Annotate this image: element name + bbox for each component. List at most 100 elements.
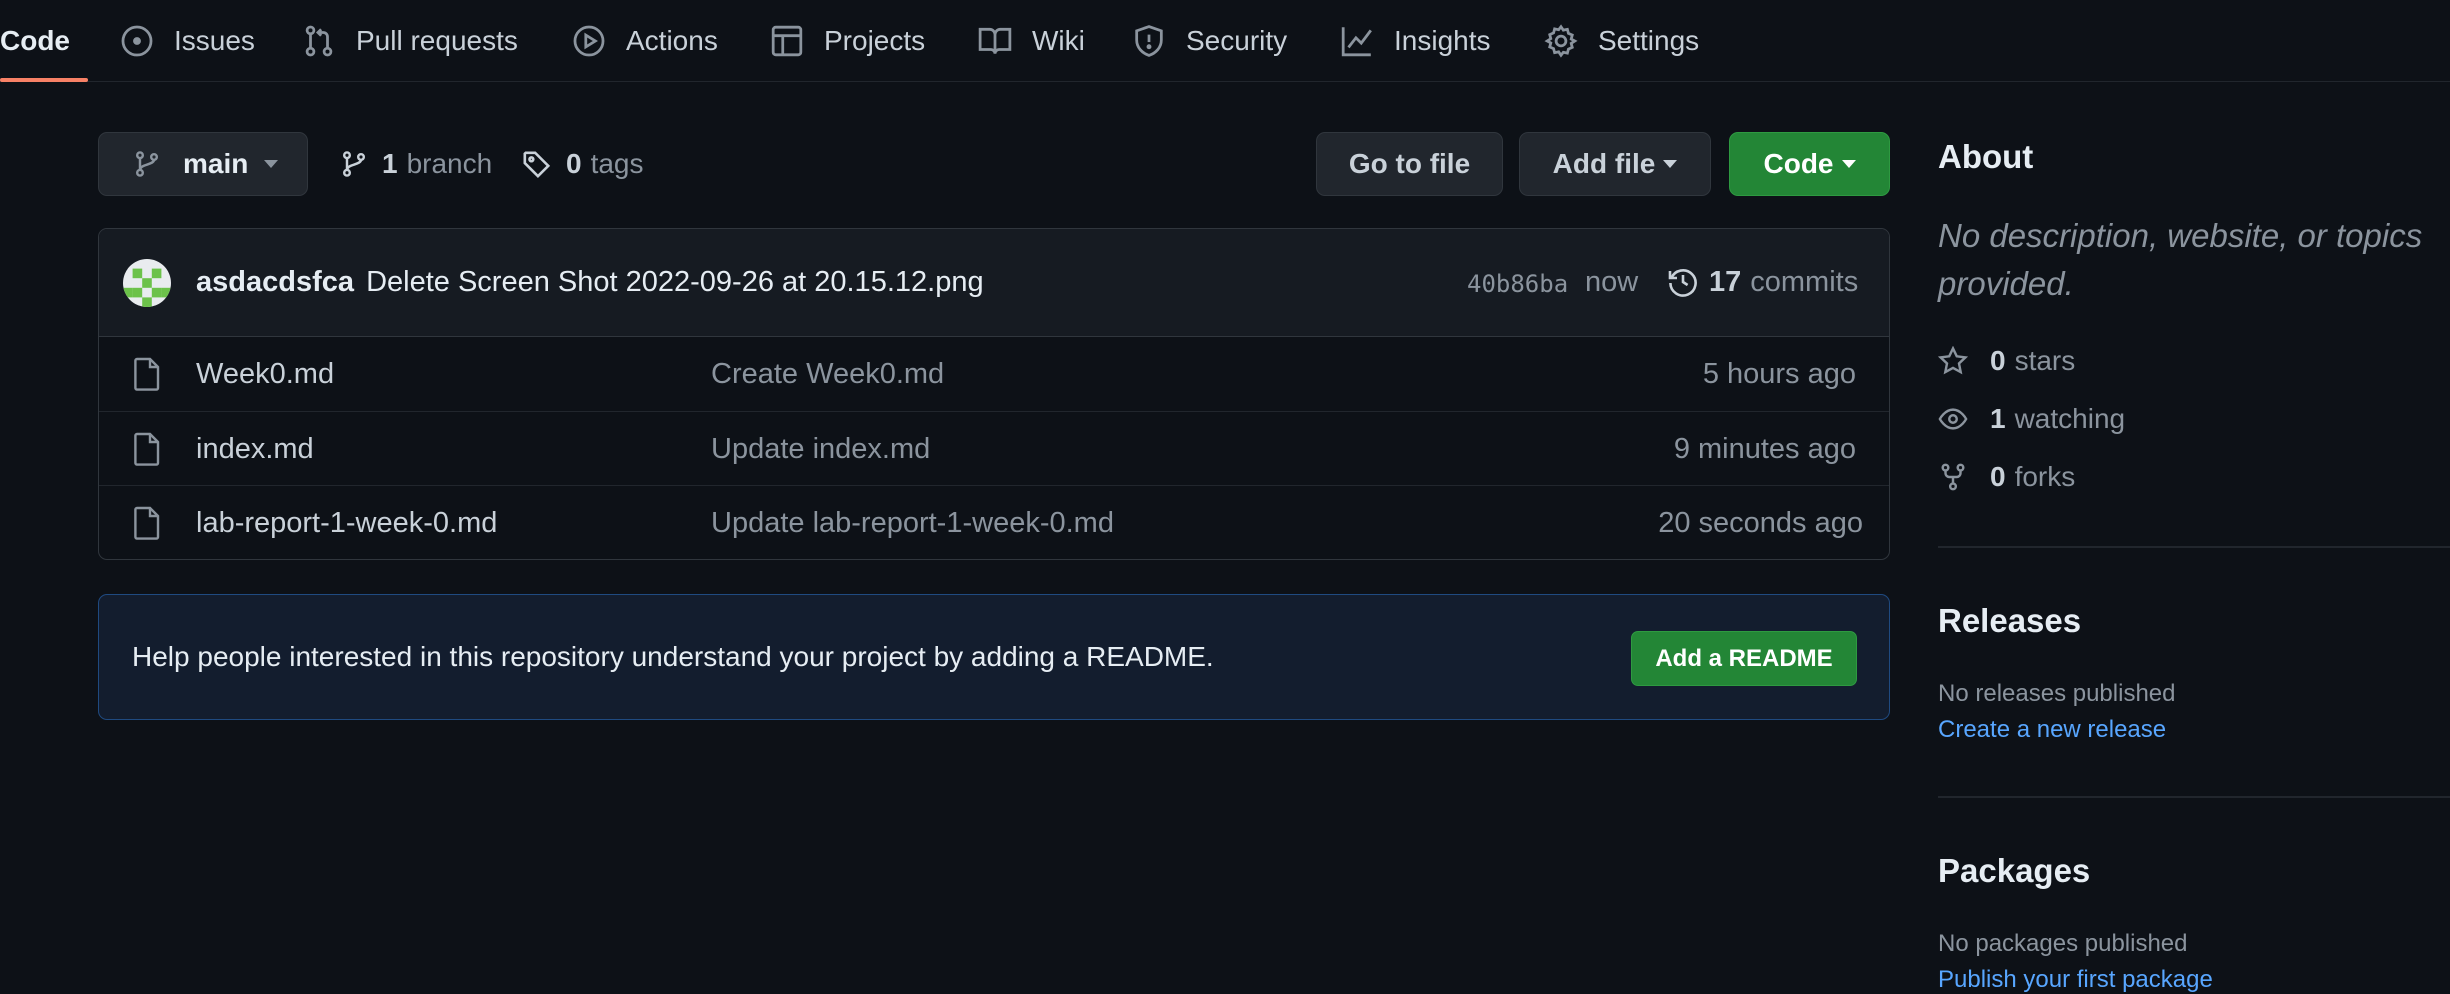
packages-heading[interactable]: Packages	[1938, 852, 2090, 890]
sidebar-divider	[1938, 546, 2450, 548]
add-file-label: Add file	[1552, 148, 1656, 179]
tab-label: Insights	[1394, 25, 1491, 56]
issue-opened-icon	[120, 24, 154, 58]
tab-wiki[interactable]: Wiki	[978, 0, 1085, 82]
tab-security[interactable]: Security	[1132, 0, 1287, 82]
branches-label: branch	[406, 148, 493, 179]
readme-banner-text: Help people interested in this repositor…	[132, 641, 1214, 672]
play-icon	[572, 24, 606, 58]
commit-sha[interactable]: 40b86ba	[1467, 229, 1568, 339]
tag-icon	[522, 149, 552, 179]
shield-icon	[1132, 24, 1166, 58]
stars-label: stars	[2014, 345, 2076, 376]
file-row[interactable]: lab-report-1-week-0.md Update lab-report…	[99, 485, 1889, 559]
history-icon	[1667, 266, 1699, 298]
tags-link[interactable]: 0 tags	[522, 132, 644, 196]
releases-heading[interactable]: Releases	[1938, 602, 2081, 640]
file-age: 20 seconds ago	[1658, 507, 1863, 539]
latest-commit-bar: asdacdsfca Delete Screen Shot 2022-09-26…	[99, 229, 1889, 337]
tab-label: Wiki	[1032, 25, 1085, 56]
star-icon	[1938, 346, 1968, 376]
gear-icon	[1544, 24, 1578, 58]
tab-settings[interactable]: Settings	[1544, 0, 1699, 82]
repo-tabs: Code Issues Pull requests Actions Projec…	[0, 0, 2450, 82]
git-pull-request-icon	[302, 24, 336, 58]
code-button[interactable]: Code	[1729, 132, 1890, 196]
repo-forked-icon	[1938, 462, 1968, 492]
book-icon	[978, 24, 1012, 58]
file-commit-message[interactable]: Create Week0.md	[711, 337, 944, 411]
table-icon	[770, 24, 804, 58]
go-to-file-button[interactable]: Go to file	[1316, 132, 1503, 196]
file-navigation-box: asdacdsfca Delete Screen Shot 2022-09-26…	[98, 228, 1890, 560]
tab-actions[interactable]: Actions	[572, 0, 718, 82]
tab-label: Issues	[174, 25, 255, 56]
tab-label: Actions	[626, 25, 718, 56]
about-description: No description, website, or topics provi…	[1938, 217, 2423, 302]
tags-count: 0	[566, 148, 582, 179]
chevron-down-icon	[1841, 160, 1856, 168]
branch-select-button[interactable]: main	[98, 132, 308, 196]
file-icon	[133, 357, 161, 391]
file-commit-message[interactable]: Update index.md	[711, 412, 930, 486]
add-file-button[interactable]: Add file	[1519, 132, 1711, 196]
file-row[interactable]: Week0.md Create Week0.md 5 hours ago	[99, 337, 1889, 411]
tab-label: Settings	[1598, 25, 1700, 56]
code-button-label: Code	[1763, 148, 1834, 179]
file-icon	[133, 506, 161, 540]
watchers-link[interactable]: 1 watching	[1938, 402, 2125, 436]
graph-icon	[1340, 24, 1374, 58]
chevron-down-icon	[264, 160, 279, 168]
commits-history-link[interactable]: 17 commits	[1667, 229, 1858, 335]
tab-projects[interactable]: Projects	[770, 0, 925, 82]
tab-insights[interactable]: Insights	[1340, 0, 1491, 82]
commit-author[interactable]: asdacdsfca	[196, 266, 354, 298]
about-heading: About	[1938, 138, 2034, 175]
chevron-down-icon	[1663, 160, 1678, 168]
commit-message[interactable]: Delete Screen Shot 2022-09-26 at 20.15.1…	[366, 266, 984, 298]
file-name[interactable]: lab-report-1-week-0.md	[196, 486, 497, 559]
tags-label: tags	[590, 148, 644, 179]
add-readme-button[interactable]: Add a README	[1631, 631, 1857, 686]
releases-empty-text: No releases published	[1938, 680, 2176, 707]
file-age: 5 hours ago	[1702, 358, 1856, 390]
create-release-link[interactable]: Create a new release	[1938, 716, 2166, 744]
tab-label: Security	[1186, 25, 1288, 56]
tab-code[interactable]: Code	[0, 0, 70, 82]
readme-banner: Help people interested in this repositor…	[98, 594, 1890, 720]
tab-label: Pull requests	[356, 25, 518, 56]
commits-label: commits	[1750, 265, 1859, 298]
active-tab-underline	[0, 78, 88, 82]
avatar[interactable]	[123, 259, 171, 307]
stars-link[interactable]: 0 stars	[1938, 344, 2075, 378]
go-to-file-label: Go to file	[1348, 148, 1471, 179]
commit-time: now	[1585, 266, 1639, 298]
file-name[interactable]: index.md	[196, 412, 314, 486]
file-name[interactable]: Week0.md	[196, 337, 334, 411]
tab-label: Code	[0, 25, 70, 56]
branches-count: 1	[382, 148, 398, 179]
file-age: 9 minutes ago	[1673, 433, 1856, 465]
forks-link[interactable]: 0 forks	[1938, 460, 2075, 494]
file-commit-message[interactable]: Update lab-report-1-week-0.md	[711, 486, 1114, 559]
eye-icon	[1938, 404, 1968, 434]
forks-label: forks	[2014, 461, 2076, 492]
file-icon	[133, 432, 161, 466]
publish-package-link[interactable]: Publish your first package	[1938, 966, 2213, 994]
tab-pull-requests[interactable]: Pull requests	[302, 0, 518, 82]
add-readme-label: Add a README	[1655, 644, 1833, 672]
commits-count: 17	[1709, 265, 1742, 298]
stars-count: 0	[1990, 345, 2006, 376]
git-branch-icon	[133, 149, 161, 179]
watching-count: 1	[1990, 403, 2006, 434]
git-branch-icon	[340, 149, 368, 179]
packages-empty-text: No packages published	[1938, 930, 2188, 957]
watching-label: watching	[2014, 403, 2126, 434]
forks-count: 0	[1990, 461, 2006, 492]
sidebar-divider	[1938, 796, 2450, 798]
tab-label: Projects	[824, 25, 926, 56]
tab-issues[interactable]: Issues	[120, 0, 255, 82]
branches-link[interactable]: 1 branch	[340, 132, 492, 196]
file-row[interactable]: index.md Update index.md 9 minutes ago	[99, 411, 1889, 485]
branch-name: main	[183, 148, 249, 179]
